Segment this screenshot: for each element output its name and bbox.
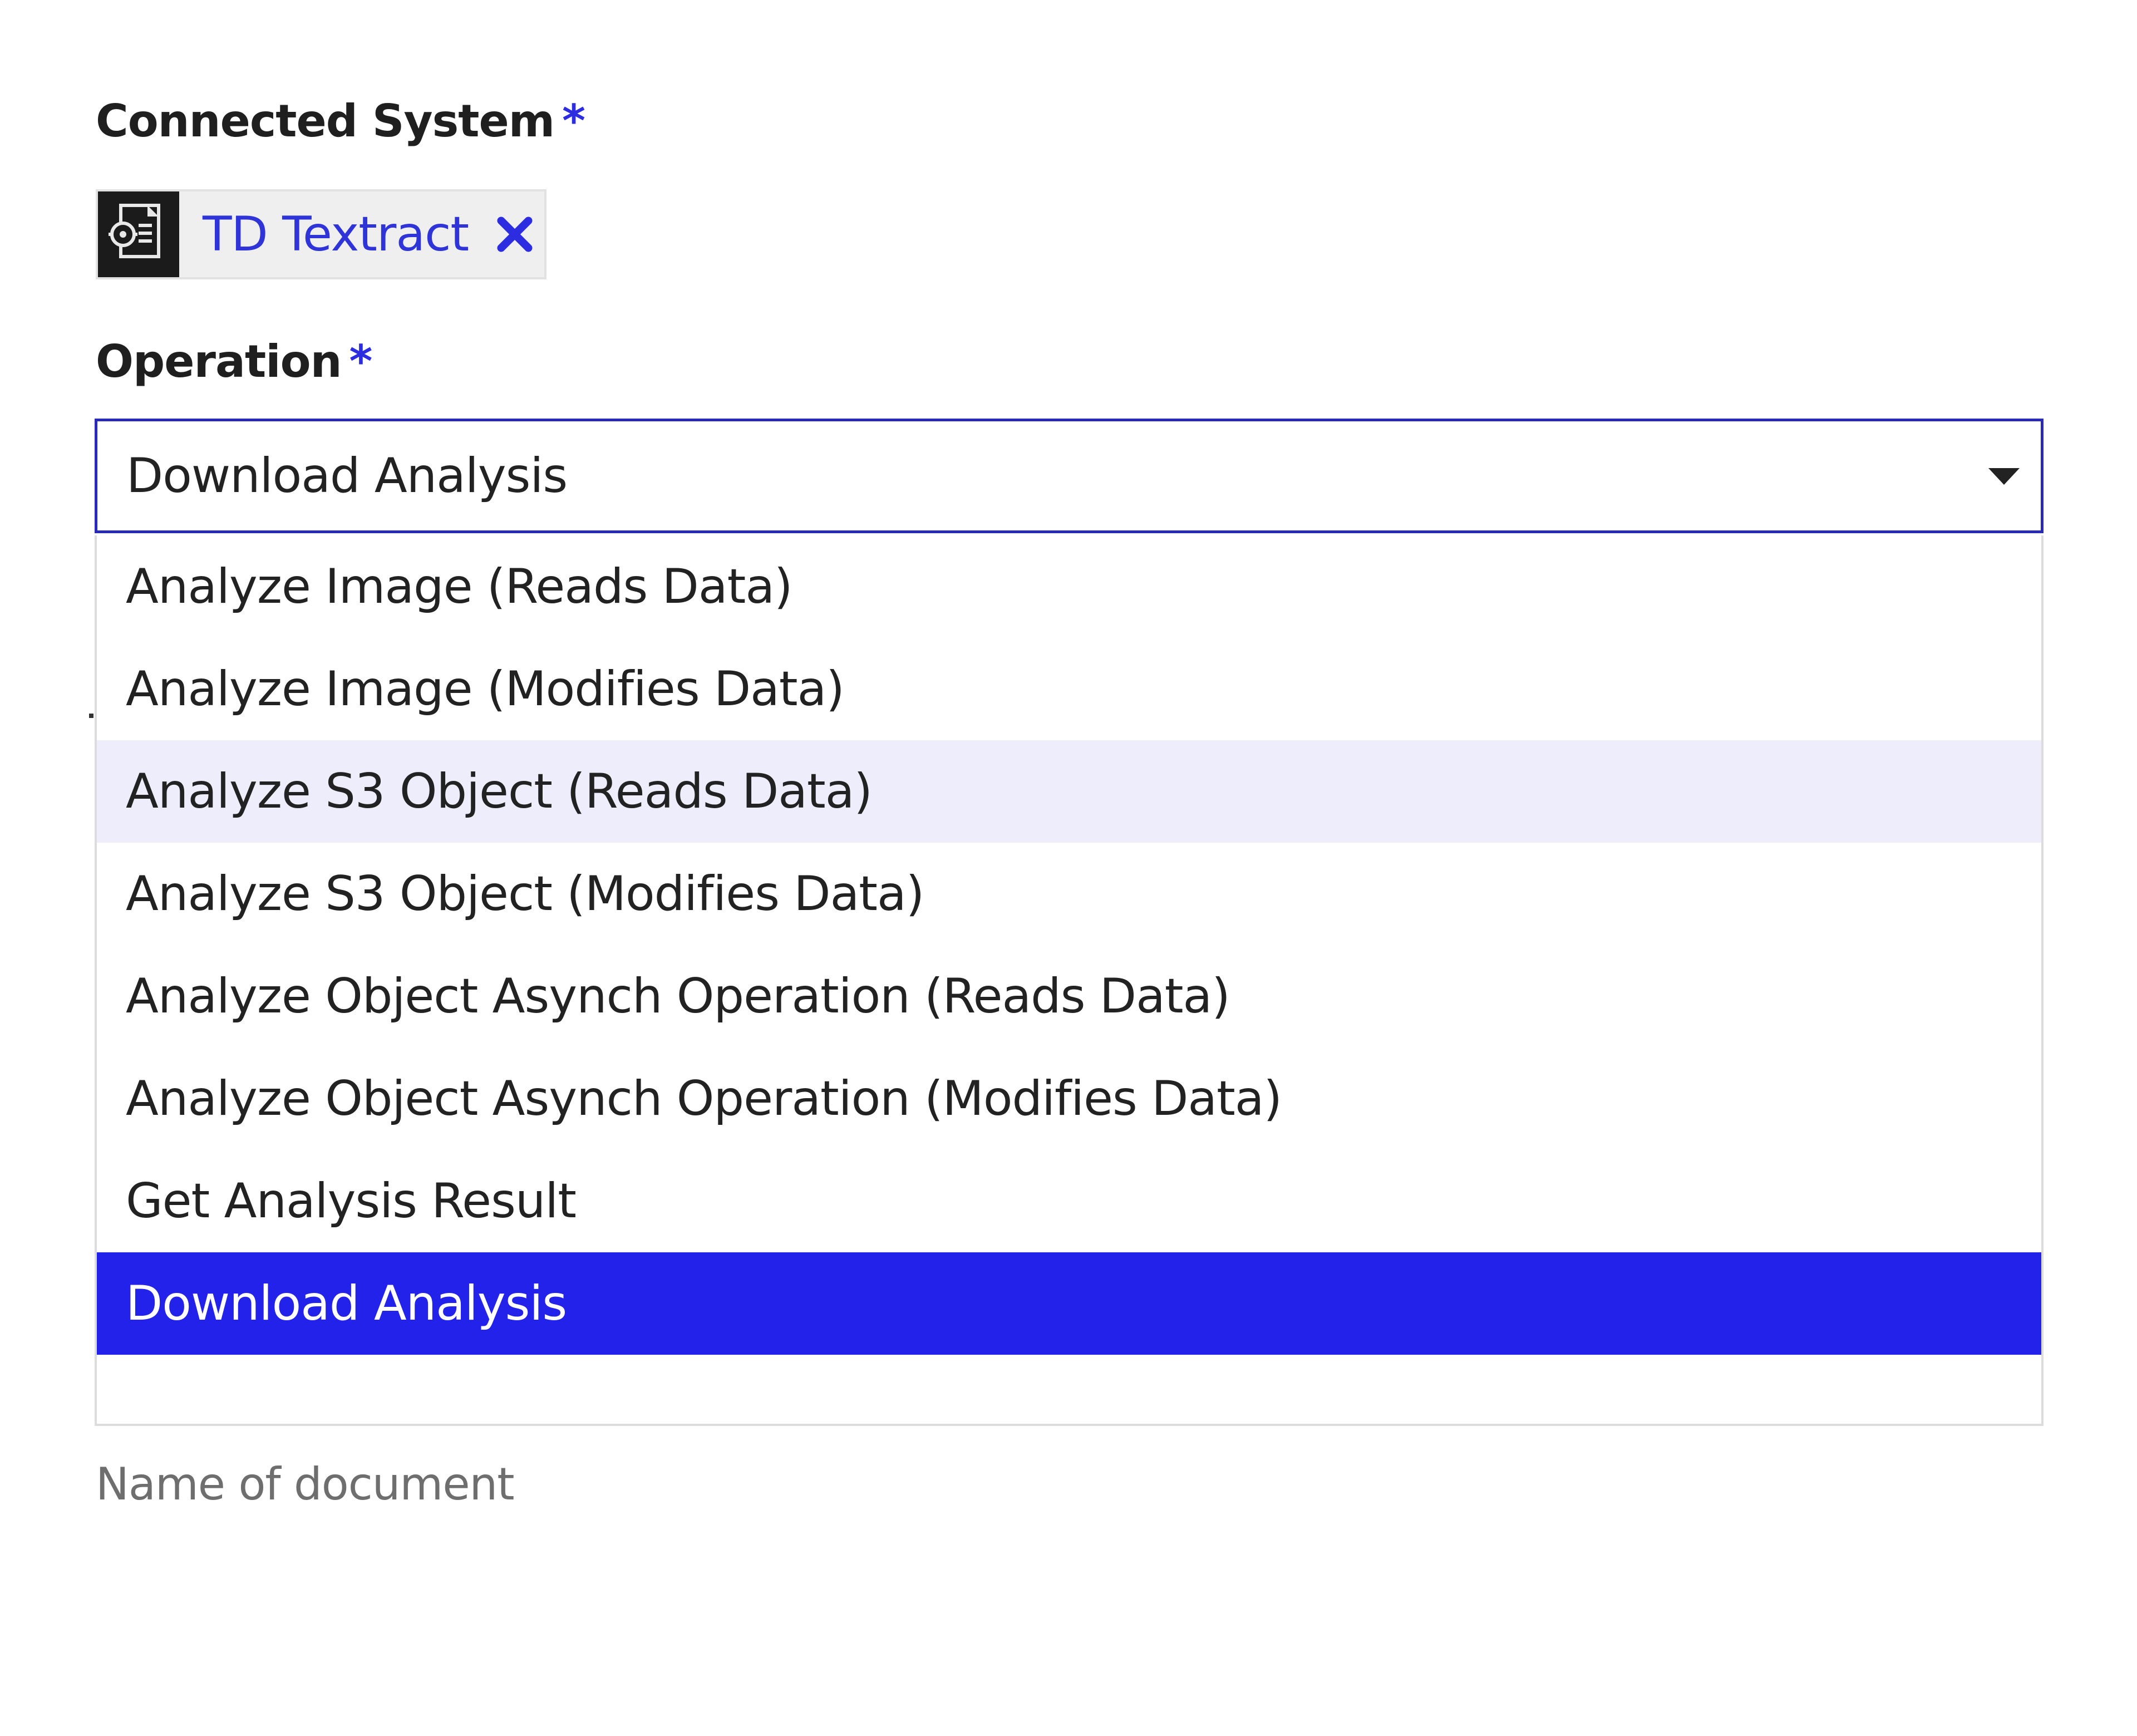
operation-dropdown-list[interactable]: Analyze Image (Reads Data) Analyze Image…: [95, 535, 2044, 1426]
dropdown-option[interactable]: Analyze Object Asynch Operation (Reads D…: [97, 945, 2041, 1047]
dropdown-option[interactable]: Get Analysis Result: [97, 1150, 2041, 1252]
stray-mark: [89, 714, 93, 718]
operation-label: Operation *: [96, 340, 372, 384]
dropdown-option[interactable]: Analyze Object Asynch Operation (Modifie…: [97, 1047, 2041, 1150]
connected-system-label-text: Connected System: [96, 95, 555, 147]
connected-system-name[interactable]: TD Textract: [203, 206, 469, 262]
required-marker: *: [562, 95, 585, 147]
dropdown-option[interactable]: Analyze Image (Reads Data): [97, 535, 2041, 638]
operation-select-value: Download Analysis: [126, 448, 568, 504]
connected-system-label: Connected System *: [96, 99, 585, 144]
caret-down-icon: [1988, 468, 2020, 485]
remove-chip-icon[interactable]: [495, 215, 534, 254]
dropdown-option[interactable]: Analyze Image (Modifies Data): [97, 638, 2041, 740]
operation-select[interactable]: Download Analysis: [95, 419, 2044, 533]
helper-text: Name of document: [96, 1458, 515, 1510]
required-marker: *: [349, 336, 373, 387]
connected-system-chip[interactable]: TD Textract: [96, 189, 546, 279]
dropdown-option-selected[interactable]: Download Analysis: [97, 1252, 2041, 1355]
operation-label-text: Operation: [96, 336, 342, 387]
textract-document-icon: [98, 191, 179, 277]
dropdown-option-hovered[interactable]: Analyze S3 Object (Reads Data): [97, 740, 2041, 843]
dropdown-option[interactable]: Analyze S3 Object (Modifies Data): [97, 843, 2041, 945]
